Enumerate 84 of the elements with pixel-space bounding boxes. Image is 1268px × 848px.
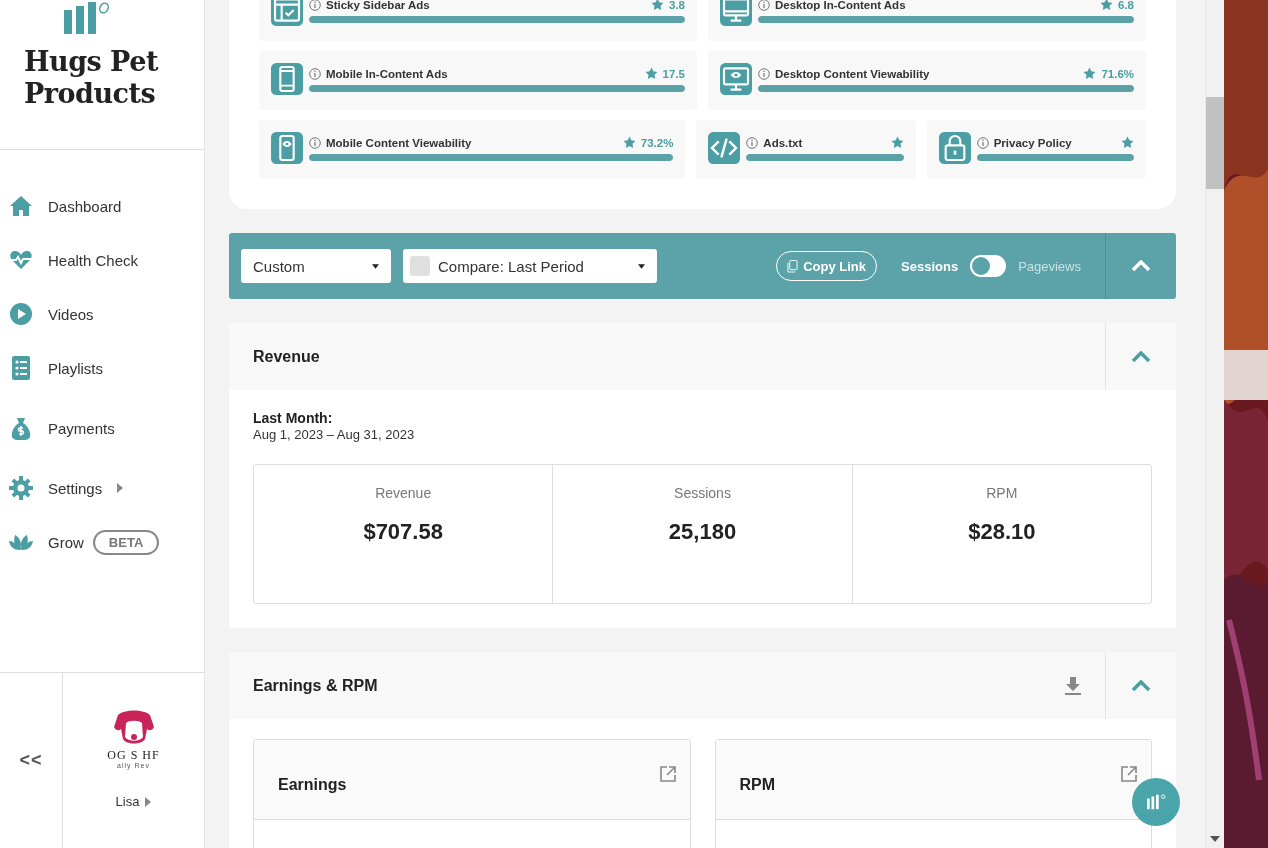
chevron-up-icon xyxy=(1131,679,1151,692)
brand-name: Hugs Pet Products xyxy=(24,46,160,110)
dropdown-caret-icon xyxy=(372,263,379,269)
beta-badge: BETA xyxy=(92,529,160,555)
caret-right-icon xyxy=(145,796,152,807)
phone-icon xyxy=(271,62,303,95)
score-title: Sticky Sidebar Ads xyxy=(326,0,431,11)
score-title: Ads.txt xyxy=(763,136,804,149)
score-title: Mobile In-Content Ads xyxy=(326,67,449,80)
star-icon xyxy=(1083,67,1097,80)
chevron-up-icon xyxy=(1131,260,1151,272)
compare-checkbox[interactable] xyxy=(410,256,430,276)
chart-title: RPM xyxy=(739,775,776,794)
star-icon xyxy=(644,67,658,80)
info-icon xyxy=(746,136,759,149)
stat-label: Revenue xyxy=(375,485,432,501)
star-icon xyxy=(651,0,664,11)
logo-text: OG S HF xyxy=(107,749,160,761)
chevron-up-icon xyxy=(1131,350,1151,363)
score-title: Privacy Policy xyxy=(993,136,1073,149)
score-value: 17.5 xyxy=(662,67,685,80)
dropdown-value: Custom xyxy=(253,257,306,275)
heartbeat-icon xyxy=(9,248,33,272)
download-icon xyxy=(1065,676,1081,695)
scrollbar-thumb[interactable] xyxy=(1205,97,1225,189)
settings-icon xyxy=(9,476,33,500)
metric-toggle[interactable] xyxy=(970,255,1007,277)
info-icon xyxy=(758,67,770,80)
dropdown-caret-icon xyxy=(638,263,645,269)
toggle-label: Sessions xyxy=(901,258,959,274)
section-title: Earnings & RPM xyxy=(253,676,378,695)
monitor-eye-icon xyxy=(720,62,752,95)
star-icon xyxy=(890,136,904,149)
score-value: 6.8 xyxy=(1118,0,1134,11)
code-icon xyxy=(708,131,741,164)
user-name: Lisa xyxy=(115,794,140,809)
play-icon xyxy=(9,302,33,326)
nav-item[interactable]: Settings xyxy=(9,476,204,500)
stat-value: 25,180 xyxy=(668,519,737,545)
list-icon xyxy=(9,356,33,380)
star-icon xyxy=(622,136,636,149)
collapse-button[interactable]: << xyxy=(0,673,63,848)
star-icon xyxy=(1100,0,1113,11)
score-title: Desktop Content Viewability xyxy=(775,67,931,80)
nav-item[interactable]: Health Check xyxy=(9,248,204,272)
section-title: Revenue xyxy=(253,347,320,366)
external-link-icon[interactable] xyxy=(659,766,676,782)
nav-item[interactable]: Payments xyxy=(9,416,204,440)
phone-eye-icon xyxy=(271,131,303,164)
score-value: 71.6% xyxy=(1101,67,1134,80)
score-title: Desktop In-Content Ads xyxy=(775,0,907,11)
score-title: Mobile Content Viewability xyxy=(326,136,473,149)
star-icon xyxy=(1121,136,1134,149)
nav-item[interactable]: Playlists xyxy=(9,356,204,380)
info-icon xyxy=(976,136,989,149)
home-icon xyxy=(9,194,33,218)
lock-icon xyxy=(938,131,971,164)
nav-item[interactable]: Videos xyxy=(9,302,204,326)
money-bag-icon xyxy=(9,416,33,440)
stat-label: RPM xyxy=(986,485,1018,501)
dropdown-value: Compare: Last Period xyxy=(438,257,585,275)
nav-item[interactable]: Dashboard xyxy=(9,194,204,218)
date-range: Aug 1, 2023 – Aug 31, 2023 xyxy=(253,427,416,442)
info-icon xyxy=(309,0,321,11)
stat-value: $707.58 xyxy=(363,519,443,545)
period-label: Last Month: xyxy=(253,410,334,426)
stat-value: $28.10 xyxy=(968,519,1036,545)
range-dropdown[interactable]: Custom xyxy=(241,249,391,283)
external-link-icon[interactable] xyxy=(1121,766,1137,782)
info-icon xyxy=(758,0,770,11)
caret-right-icon xyxy=(117,483,124,493)
score-value: 3.8 xyxy=(669,0,685,11)
score-value: 73.2% xyxy=(640,136,674,149)
copy-icon xyxy=(787,259,799,273)
stat-label: Sessions xyxy=(674,485,731,501)
info-icon xyxy=(309,136,321,149)
brand-logo-icon xyxy=(1145,793,1167,811)
toggle-label: Pageviews xyxy=(1018,258,1081,274)
compare-dropdown[interactable]: Compare: Last Period xyxy=(403,249,657,283)
scroll-down-arrow-icon[interactable] xyxy=(1210,836,1220,842)
brand-logo-icon xyxy=(62,2,110,34)
info-icon xyxy=(309,67,321,80)
chart-title: Earnings xyxy=(278,775,347,794)
nav-item[interactable]: Grow BETA xyxy=(9,530,204,554)
